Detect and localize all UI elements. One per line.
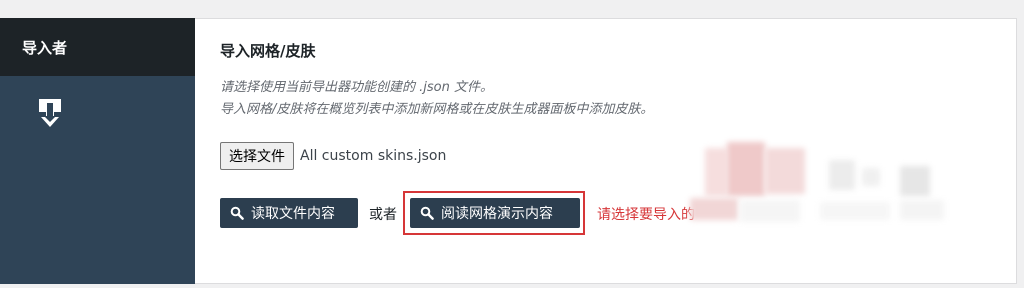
read-demo-content-label: 阅读网格演示内容 [441,206,553,222]
sidebar-header-label: 导入者 [22,38,68,57]
search-icon [230,206,244,220]
selected-file-name: All custom skins.json [300,148,447,164]
read-file-content-label: 读取文件内容 [251,206,335,222]
error-message: 请选择要导入的 [597,207,695,223]
choose-file-button[interactable]: 选择文件 [220,142,294,170]
import-download-icon [39,99,61,127]
sidebar-header[interactable]: 导入者 [0,18,195,76]
file-picker-row: 选择文件 All custom skins.json [220,141,446,171]
read-file-content-button[interactable]: 读取文件内容 [220,198,358,228]
description-line-1: 请选择使用当前导出器功能创建的 .json 文件。 [220,80,493,95]
or-label: 或者 [369,207,397,223]
import-section: 导入网格/皮肤 请选择使用当前导出器功能创建的 .json 文件。 导入网格/皮… [220,18,1010,284]
section-title: 导入网格/皮肤 [220,42,316,60]
sidebar-body [0,76,195,284]
search-icon [420,206,434,220]
action-row: 读取文件内容 或者 阅读网格演示内容 请选择要导入的 [220,191,1010,235]
description-line-2: 导入网格/皮肤将在概览列表中添加新网格或在皮肤生成器面板中添加皮肤。 [220,102,654,117]
read-demo-content-button[interactable]: 阅读网格演示内容 [410,198,580,228]
sidebar: 导入者 [0,18,195,284]
